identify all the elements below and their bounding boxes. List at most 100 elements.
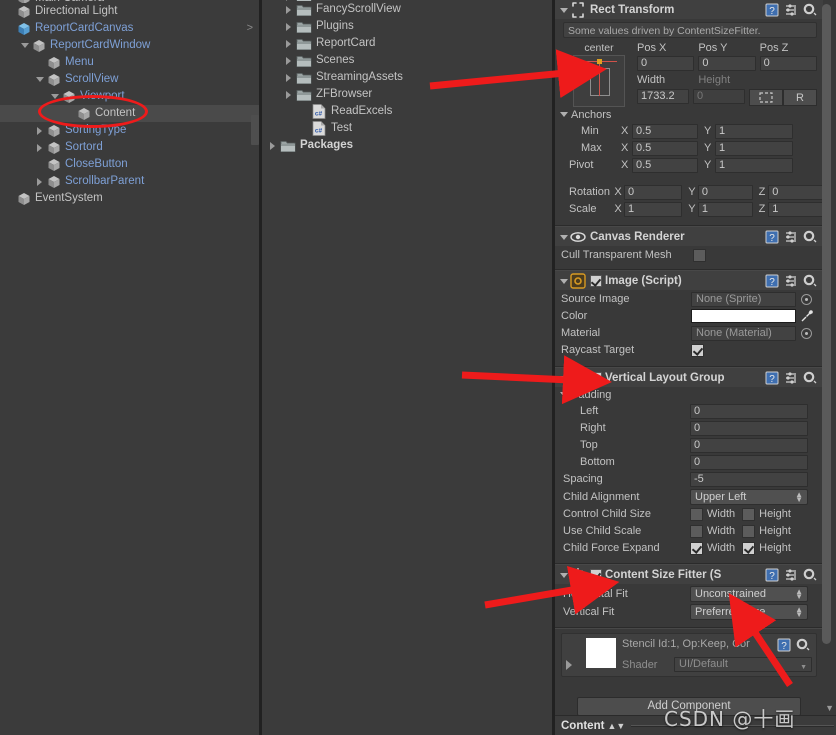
hierarchy-item-reportcardcanvas[interactable]: ReportCardCanvas > — [0, 20, 259, 37]
use-child-scale-width-checkbox[interactable] — [690, 524, 703, 538]
gear-icon[interactable] — [796, 638, 810, 652]
padding-left-field[interactable]: 0 — [690, 403, 808, 419]
preset-icon[interactable] — [784, 371, 798, 385]
foldout-triangle-icon[interactable] — [282, 69, 296, 86]
foldout-triangle-icon[interactable] — [558, 565, 570, 584]
vertical-layout-group-header[interactable]: Vertical Layout Group ? — [555, 368, 823, 387]
foldout-triangle-icon[interactable] — [282, 35, 296, 52]
foldout-triangle-icon[interactable] — [282, 1, 296, 18]
preset-icon[interactable] — [784, 568, 798, 582]
gear-icon[interactable] — [803, 230, 817, 244]
vertical-fit-dropdown[interactable]: Preferred Size ▲ ▼ — [690, 603, 808, 620]
inspector-panel[interactable]: Rect Transform ? Some values driven by C… — [555, 0, 836, 735]
foldout-triangle-icon[interactable] — [34, 173, 47, 190]
project-item-readexcels[interactable]: c# ReadExcels — [262, 103, 554, 120]
image-component-header[interactable]: Image (Script) ? — [555, 271, 823, 290]
control-child-width-checkbox[interactable] — [690, 507, 703, 521]
help-icon[interactable]: ? — [777, 638, 791, 652]
pos-x-field[interactable]: 0 — [637, 56, 695, 71]
foldout-triangle-icon[interactable] — [558, 227, 570, 246]
blueprint-mode-button[interactable] — [749, 89, 783, 106]
help-icon[interactable]: ? — [765, 371, 779, 385]
foldout-triangle-icon[interactable] — [282, 86, 296, 103]
updown-arrows-icon[interactable]: ▲▼ — [607, 721, 625, 731]
foldout-triangle-icon[interactable] — [558, 0, 570, 19]
use-child-scale-height-checkbox[interactable] — [742, 524, 756, 538]
rotation-y-field[interactable]: 0 — [697, 184, 753, 200]
pos-y-field[interactable]: 0 — [698, 56, 756, 71]
padding-top-field[interactable]: 0 — [690, 437, 808, 453]
anchors-foldout[interactable]: Anchors — [555, 107, 823, 122]
foldout-triangle-icon[interactable] — [266, 137, 280, 154]
project-item-plugins[interactable]: Plugins — [262, 18, 554, 35]
help-icon[interactable]: ? — [765, 274, 779, 288]
material-field[interactable]: None (Material) — [691, 325, 796, 341]
anchor-min-y-field[interactable]: 1 — [715, 123, 793, 139]
object-picker-icon[interactable] — [801, 293, 812, 305]
anchor-min-x-field[interactable]: 0.5 — [632, 123, 698, 139]
material-preview-block[interactable]: Stencil Id:1, Op:Keep, Cor Shader UI/Def… — [561, 633, 817, 677]
shader-dropdown[interactable]: UI/Default ▼ — [674, 657, 812, 672]
padding-bottom-field[interactable]: 0 — [690, 454, 808, 470]
padding-foldout[interactable]: Padding — [555, 387, 823, 402]
raycast-target-checkbox[interactable] — [691, 343, 704, 357]
project-item-zfbrowser[interactable]: ZFBrowser — [262, 86, 554, 103]
preset-icon[interactable] — [784, 274, 798, 288]
gear-icon[interactable] — [803, 3, 817, 17]
project-item-scenes[interactable]: Scenes — [262, 52, 554, 69]
child-alignment-dropdown[interactable]: Upper Left ▲ ▼ — [690, 488, 808, 505]
canvas-renderer-header[interactable]: Canvas Renderer ? — [555, 227, 823, 246]
project-item-fancyscrollview[interactable]: FancyScrollView — [262, 1, 554, 18]
padding-right-field[interactable]: 0 — [690, 420, 808, 436]
foldout-triangle-icon[interactable] — [19, 37, 32, 54]
width-field[interactable]: 1733.2 — [637, 89, 689, 104]
hierarchy-item-sortingtype[interactable]: SortingType — [0, 122, 259, 139]
anchor-preset-widget[interactable] — [573, 55, 625, 107]
hierarchy-panel[interactable]: Main CameraDirectional LightReportCardCa… — [0, 0, 259, 735]
project-item-test[interactable]: c# Test — [262, 120, 554, 137]
scale-z-field[interactable]: 1 — [768, 201, 824, 217]
height-field[interactable]: 0 — [693, 89, 745, 104]
pos-z-field[interactable]: 0 — [759, 56, 817, 71]
gear-icon[interactable] — [803, 274, 817, 288]
eyedropper-icon[interactable] — [800, 309, 814, 323]
inspector-scrollbar[interactable] — [822, 2, 834, 692]
hierarchy-item-reportcardwindow[interactable]: ReportCardWindow — [0, 37, 259, 54]
hierarchy-item-viewport[interactable]: Viewport — [0, 88, 259, 105]
hierarchy-item-directional-light[interactable]: Directional Light — [0, 3, 259, 20]
content-size-fitter-enabled-checkbox[interactable] — [590, 568, 602, 581]
hierarchy-item-eventsystem[interactable]: EventSystem — [0, 190, 259, 207]
hierarchy-item-scrollbarparent[interactable]: ScrollbarParent — [0, 173, 259, 190]
object-picker-icon[interactable] — [801, 327, 812, 339]
foldout-triangle-icon[interactable] — [34, 122, 47, 139]
horizontal-fit-dropdown[interactable]: Unconstrained ▲ ▼ — [690, 585, 808, 602]
anchor-max-x-field[interactable]: 0.5 — [632, 140, 698, 156]
preset-icon[interactable] — [784, 230, 798, 244]
hierarchy-item-scrollview[interactable]: ScrollView — [0, 71, 259, 88]
project-item-streamingassets[interactable]: StreamingAssets — [262, 69, 554, 86]
scale-y-field[interactable]: 1 — [697, 201, 753, 217]
vertical-layout-enabled-checkbox[interactable] — [590, 371, 602, 384]
hierarchy-scrollbar-thumb[interactable] — [251, 115, 259, 145]
foldout-triangle-icon[interactable] — [282, 52, 296, 69]
help-icon[interactable]: ? — [765, 230, 779, 244]
foldout-triangle-icon[interactable] — [566, 660, 572, 670]
control-child-height-checkbox[interactable] — [742, 507, 756, 521]
cull-transparent-mesh-checkbox[interactable] — [693, 248, 706, 262]
rotation-x-field[interactable]: 0 — [624, 184, 683, 200]
bottom-tab-label[interactable]: Content — [561, 720, 604, 732]
raw-edit-button[interactable]: R — [783, 89, 817, 106]
child-force-expand-height-checkbox[interactable] — [742, 541, 756, 555]
child-force-expand-width-checkbox[interactable] — [690, 541, 703, 555]
foldout-triangle-icon[interactable] — [558, 368, 570, 387]
foldout-triangle-icon[interactable] — [49, 88, 62, 105]
inspector-scrollbar-thumb[interactable] — [822, 4, 831, 644]
preset-icon[interactable] — [784, 3, 798, 17]
scale-x-field[interactable]: 1 — [624, 201, 683, 217]
content-size-fitter-header[interactable]: Content Size Fitter (S ? — [555, 565, 823, 584]
image-enabled-checkbox[interactable] — [590, 274, 602, 287]
pivot-y-field[interactable]: 1 — [715, 157, 793, 173]
rect-transform-header[interactable]: Rect Transform ? — [555, 0, 823, 19]
source-image-field[interactable]: None (Sprite) — [691, 291, 796, 307]
prefab-open-arrow-icon[interactable]: > — [247, 23, 253, 34]
